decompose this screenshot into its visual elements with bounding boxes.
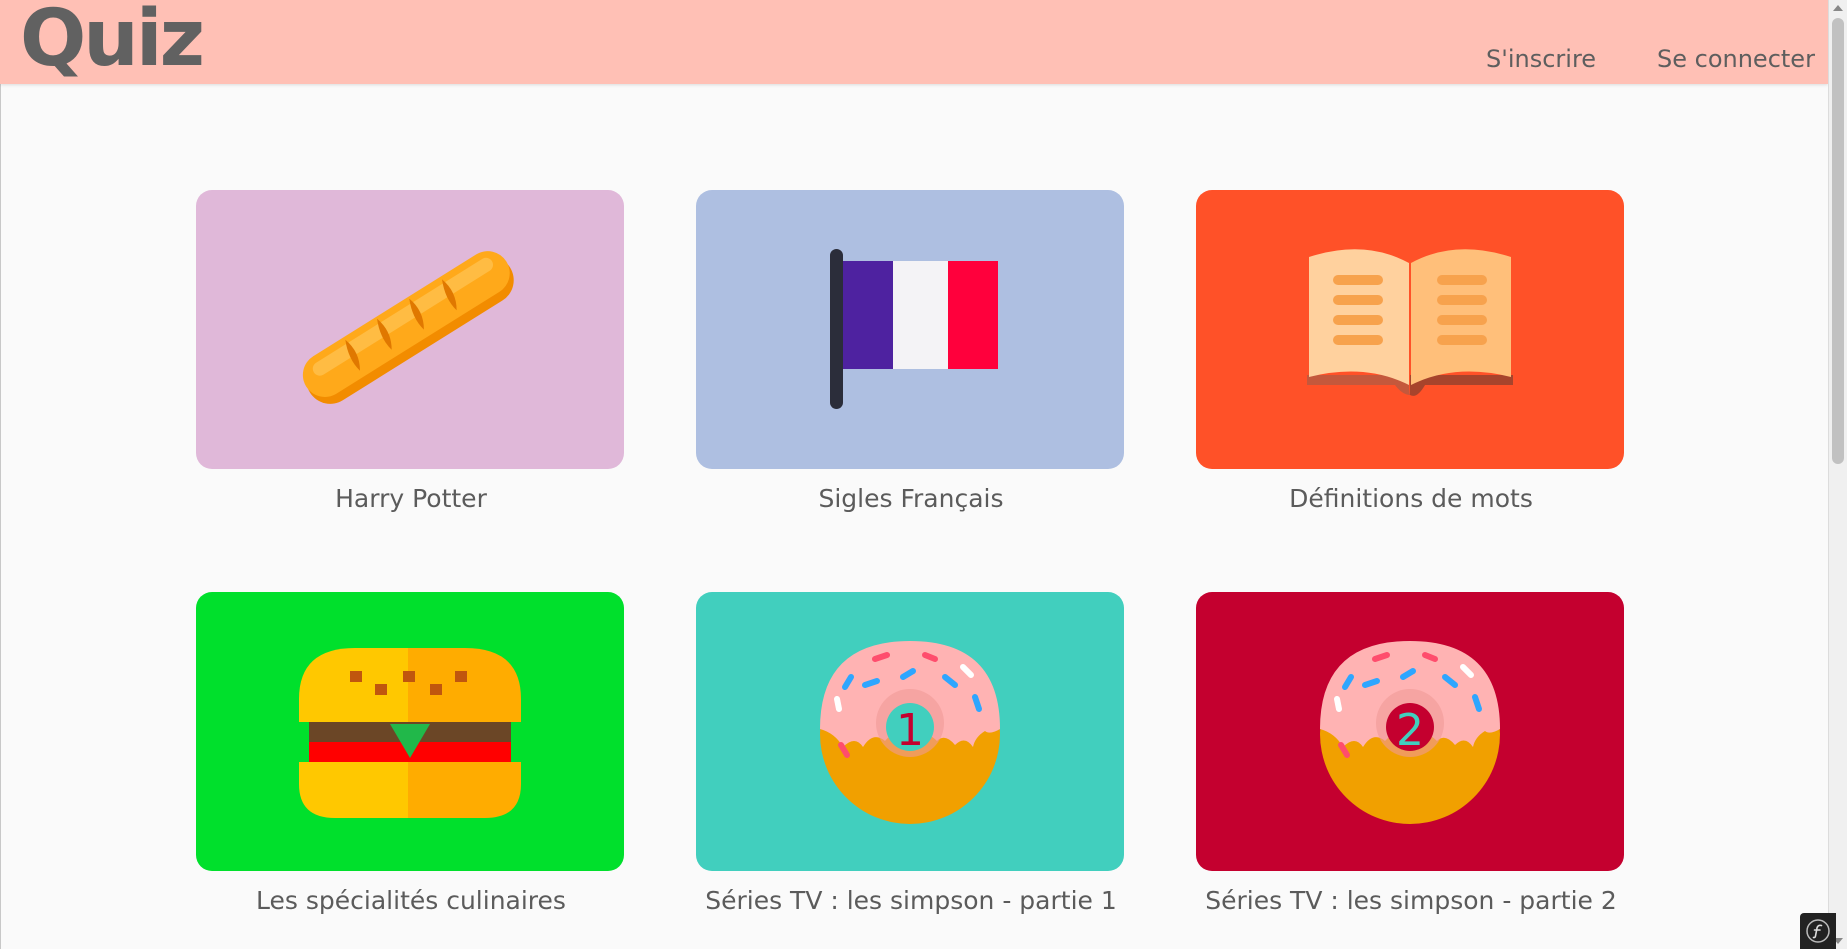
- register-link[interactable]: S'inscrire: [1486, 44, 1596, 74]
- login-link[interactable]: Se connecter: [1657, 44, 1815, 74]
- quiz-thumbnail[interactable]: 1: [696, 592, 1124, 871]
- quiz-thumbnail[interactable]: [196, 592, 624, 871]
- quiz-title[interactable]: Séries TV : les simpson - partie 1: [696, 885, 1126, 917]
- quiz-card-specialites-culinaires[interactable]: Les spécialités culinaires: [196, 592, 626, 917]
- scroll-up-arrow-icon[interactable]: [1833, 5, 1843, 11]
- quiz-card-simpson-partie-2[interactable]: 2 Séries TV : les simpson - partie 2: [1196, 592, 1626, 917]
- burger-icon: [299, 648, 521, 818]
- symfony-toolbar-toggle[interactable]: [1800, 913, 1836, 949]
- quiz-thumbnail[interactable]: [696, 190, 1124, 469]
- symfony-logo-icon: [1806, 919, 1830, 943]
- quiz-title[interactable]: Définitions de mots: [1196, 483, 1626, 515]
- donut-1-icon: 1: [820, 640, 1000, 824]
- vertical-scrollbar[interactable]: [1828, 0, 1847, 949]
- site-logo[interactable]: Quiz: [20, 0, 205, 84]
- site-header: Quiz S'inscrire Se connecter: [0, 0, 1828, 84]
- page-edge: [0, 0, 1, 949]
- quiz-card-simpson-partie-1[interactable]: 1 Séries TV : les simpson - partie 1: [696, 592, 1126, 917]
- donut-2-icon: 2: [1320, 640, 1500, 824]
- quiz-card-sigles-francais[interactable]: Sigles Français: [696, 190, 1126, 515]
- baguette-icon: [302, 250, 514, 404]
- open-book-icon: [1307, 248, 1513, 396]
- quiz-title[interactable]: Séries TV : les simpson - partie 2: [1196, 885, 1626, 917]
- quiz-title[interactable]: Harry Potter: [196, 483, 626, 515]
- quiz-card-harry-potter[interactable]: Harry Potter: [196, 190, 626, 515]
- quiz-card-definitions-de-mots[interactable]: Définitions de mots: [1196, 190, 1626, 515]
- quiz-thumbnail[interactable]: 2: [1196, 592, 1624, 871]
- quiz-title[interactable]: Sigles Français: [696, 483, 1126, 515]
- quiz-title[interactable]: Les spécialités culinaires: [196, 885, 626, 917]
- scrollbar-thumb[interactable]: [1832, 18, 1844, 464]
- donut-number: 2: [1396, 705, 1424, 756]
- quiz-thumbnail[interactable]: [1196, 190, 1624, 469]
- french-flag-icon: [830, 249, 998, 409]
- donut-number: 1: [896, 705, 924, 756]
- quiz-thumbnail[interactable]: [196, 190, 624, 469]
